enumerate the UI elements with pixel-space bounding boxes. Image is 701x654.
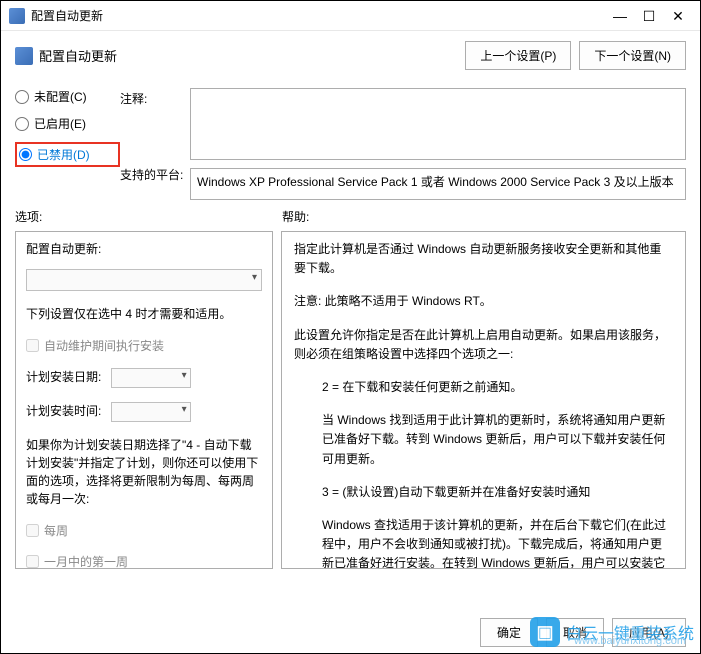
help-p1: 指定此计算机是否通过 Windows 自动更新服务接收安全更新和其他重要下载。 xyxy=(294,240,673,278)
help-p3: 此设置允许你指定是否在此计算机上启用自动更新。如果启用该服务，则必须在组策略设置… xyxy=(294,326,673,364)
help-p5: 当 Windows 找到适用于此计算机的更新时，系统将通知用户更新已准备好下载。… xyxy=(294,411,673,469)
sched-day-combo[interactable] xyxy=(111,368,191,388)
window-title: 配置自动更新 xyxy=(31,7,606,24)
chk-weekly-row[interactable]: 每周 xyxy=(26,522,262,539)
radio-enabled[interactable]: 已启用(E) xyxy=(15,115,120,132)
comment-label: 注释: xyxy=(120,88,190,160)
help-panel[interactable]: 指定此计算机是否通过 Windows 自动更新服务接收安全更新和其他重要下载。 … xyxy=(281,231,686,569)
platform-label: 支持的平台: xyxy=(120,164,190,200)
app-icon xyxy=(9,8,25,24)
help-p6: 3 = (默认设置)自动下载更新并在准备好安装时通知 xyxy=(294,483,673,502)
sched-day-row: 计划安装日期: xyxy=(26,368,262,388)
chk-first-week-row[interactable]: 一月中的第一周 xyxy=(26,553,262,569)
options-note: 下列设置仅在选中 4 时才需要和适用。 xyxy=(26,305,262,323)
next-setting-button[interactable]: 下一个设置(N) xyxy=(579,41,686,70)
options-header: 选项: xyxy=(15,208,282,225)
help-p2: 注意: 此策略不适用于 Windows RT。 xyxy=(294,292,673,311)
radio-disabled-input[interactable] xyxy=(19,148,32,161)
policy-icon xyxy=(15,47,33,65)
prev-setting-button[interactable]: 上一个设置(P) xyxy=(465,41,571,70)
options-heading: 配置自动更新: xyxy=(26,240,262,257)
help-header: 帮助: xyxy=(282,208,309,225)
options-panel[interactable]: 配置自动更新: 下列设置仅在选中 4 时才需要和适用。 自动维护期间执行安装 计… xyxy=(15,231,273,569)
radio-enabled-input[interactable] xyxy=(15,117,29,131)
sched-time-row: 计划安装时间: xyxy=(26,402,262,422)
help-p4: 2 = 在下载和安装任何更新之前通知。 xyxy=(294,378,673,397)
close-button[interactable]: ✕ xyxy=(664,5,692,27)
chk-weekly[interactable] xyxy=(26,524,39,537)
options-para: 如果你为计划安装日期选择了"4 - 自动下载计划安装"并指定了计划，则你还可以使… xyxy=(26,436,262,508)
radio-disabled-label[interactable]: 已禁用(D) xyxy=(37,146,90,163)
cancel-button[interactable]: 取消 xyxy=(546,618,604,647)
minimize-button[interactable]: — xyxy=(606,5,634,27)
maximize-button[interactable]: ☐ xyxy=(635,5,663,27)
chk-maintenance-row[interactable]: 自动维护期间执行安装 xyxy=(26,337,262,354)
sched-time-combo[interactable] xyxy=(111,402,191,422)
ok-button[interactable]: 确定 xyxy=(480,618,538,647)
configure-combo[interactable] xyxy=(26,269,262,291)
page-title: 配置自动更新 xyxy=(39,46,465,65)
radio-not-configured-input[interactable] xyxy=(15,90,29,104)
apply-button[interactable]: 应用(A) xyxy=(612,618,686,647)
radio-disabled-highlight: 已禁用(D) xyxy=(15,142,120,167)
comment-textbox[interactable] xyxy=(190,88,686,160)
chk-first-week[interactable] xyxy=(26,555,39,568)
radio-not-configured[interactable]: 未配置(C) xyxy=(15,88,120,105)
chk-maintenance[interactable] xyxy=(26,339,39,352)
help-p7: Windows 查找适用于该计算机的更新，并在后台下载它们(在此过程中，用户不会… xyxy=(294,516,673,569)
platform-box[interactable]: Windows XP Professional Service Pack 1 或… xyxy=(190,168,686,200)
